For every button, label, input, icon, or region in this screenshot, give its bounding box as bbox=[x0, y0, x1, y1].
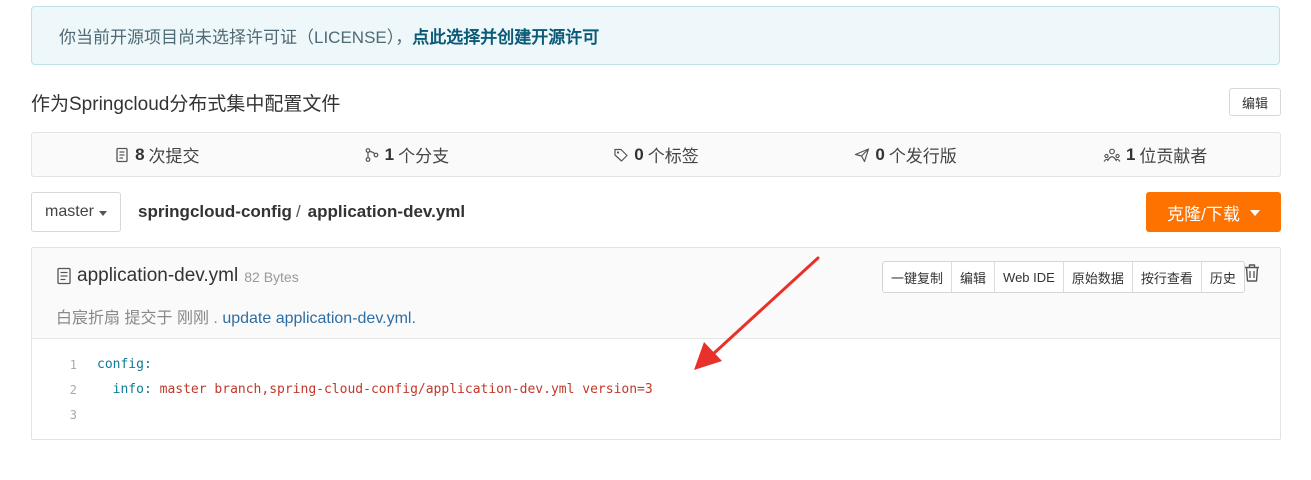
line-number: 3 bbox=[69, 407, 77, 422]
blame-button[interactable]: 按行查看 bbox=[1133, 262, 1202, 292]
tag-icon bbox=[614, 148, 628, 162]
line-content: info: master branch,spring-cloud-config/… bbox=[97, 382, 653, 397]
create-license-link[interactable]: 点此选择并创建开源许可 bbox=[412, 23, 599, 48]
commit-verb: 提交于 bbox=[124, 310, 173, 327]
breadcrumb-separator: / bbox=[295, 202, 301, 221]
yaml-colon: : bbox=[143, 357, 152, 372]
stat-commits-label: 次提交 bbox=[148, 147, 200, 166]
trash-icon[interactable] bbox=[1243, 263, 1261, 283]
clone-download-button[interactable]: 克隆/下载 bbox=[1146, 192, 1281, 232]
stat-releases[interactable]: 0 个发行版 bbox=[781, 133, 1031, 176]
commit-time: 刚刚 bbox=[176, 310, 209, 327]
breadcrumb-file: application-dev.yml bbox=[307, 202, 466, 221]
line-number: 2 bbox=[69, 382, 77, 397]
last-commit-info: 白宸折扇 提交于 刚刚 . update application-dev.yml… bbox=[56, 304, 416, 328]
branch-selector[interactable]: master bbox=[31, 192, 121, 232]
stat-contributors-label: 位贡献者 bbox=[1139, 147, 1208, 166]
stat-commits[interactable]: 8 次提交 bbox=[32, 133, 282, 176]
file-viewer: application-dev.yml 82 Bytes 白宸折扇 提交于 刚刚… bbox=[31, 247, 1281, 440]
history-button[interactable]: 历史 bbox=[1202, 262, 1244, 292]
web-ide-button[interactable]: Web IDE bbox=[995, 262, 1064, 292]
code-line: 2 info: master branch,spring-cloud-confi… bbox=[32, 377, 1280, 402]
stat-tags-count: 0 bbox=[634, 144, 644, 164]
line-number: 1 bbox=[69, 357, 77, 372]
stat-commits-count: 8 bbox=[135, 144, 145, 164]
stat-tags-label: 个标签 bbox=[647, 147, 699, 166]
stat-releases-label: 个发行版 bbox=[888, 147, 957, 166]
stat-branches-label: 个分支 bbox=[398, 147, 450, 166]
code-line: 1 config: bbox=[32, 352, 1280, 377]
repo-description: 作为Springcloud分布式集中配置文件 bbox=[31, 94, 341, 115]
commit-icon bbox=[116, 147, 128, 162]
repo-stats-bar: 8 次提交 1 个分支 0 个标签 0 个发行版 1 位贡献者 bbox=[31, 132, 1281, 177]
edit-file-button[interactable]: 编辑 bbox=[952, 262, 996, 292]
file-actions-group: 一键复制 编辑 Web IDE 原始数据 按行查看 历史 bbox=[882, 261, 1245, 293]
license-notice: 你当前开源项目尚未选择许可证（LICENSE）， 点此选择并创建开源许可 bbox=[31, 6, 1280, 65]
commit-dot: . bbox=[213, 310, 218, 327]
caret-down-icon bbox=[1249, 210, 1260, 216]
copy-button[interactable]: 一键复制 bbox=[883, 262, 953, 292]
file-header: application-dev.yml 82 Bytes 白宸折扇 提交于 刚刚… bbox=[32, 248, 1280, 339]
contributors-icon bbox=[1103, 148, 1121, 162]
code-line: 3 bbox=[32, 402, 1280, 427]
breadcrumb-repo-link[interactable]: springcloud-config bbox=[138, 202, 292, 222]
line-content: config: bbox=[97, 357, 152, 372]
yaml-key: info bbox=[112, 382, 144, 397]
branch-name: master bbox=[45, 203, 94, 220]
edit-description-button[interactable]: 编辑 bbox=[1229, 88, 1281, 116]
file-icon bbox=[57, 267, 71, 285]
caret-down-icon bbox=[98, 210, 107, 216]
stat-tags[interactable]: 0 个标签 bbox=[531, 133, 781, 176]
code-block: 1 config: 2 info: master branch,spring-c… bbox=[32, 352, 1280, 427]
file-size: 82 Bytes bbox=[244, 269, 299, 285]
yaml-colon: : bbox=[143, 382, 152, 397]
clone-download-label: 克隆/下载 bbox=[1167, 204, 1240, 224]
yaml-key: config bbox=[97, 357, 144, 372]
branch-icon bbox=[365, 147, 379, 162]
stat-branches[interactable]: 1 个分支 bbox=[282, 133, 532, 176]
file-title: application-dev.yml 82 Bytes bbox=[56, 265, 299, 287]
stat-contributors-count: 1 bbox=[1125, 144, 1136, 164]
license-notice-text: 你当前开源项目尚未选择许可证（LICENSE）， bbox=[59, 28, 413, 47]
release-icon bbox=[855, 147, 870, 162]
commit-author[interactable]: 白宸折扇 bbox=[56, 310, 120, 327]
stat-contributors[interactable]: 1 位贡献者 bbox=[1030, 133, 1280, 176]
file-name: application-dev.yml bbox=[77, 265, 239, 286]
stat-branches-count: 1 bbox=[384, 144, 395, 164]
breadcrumb: springcloud-config / application-dev.yml bbox=[138, 202, 465, 222]
stat-releases-count: 0 bbox=[875, 144, 885, 164]
commit-message-link[interactable]: update application-dev.yml. bbox=[222, 310, 416, 327]
raw-button[interactable]: 原始数据 bbox=[1064, 262, 1133, 292]
yaml-value: master branch,spring-cloud-config/applic… bbox=[151, 382, 653, 397]
